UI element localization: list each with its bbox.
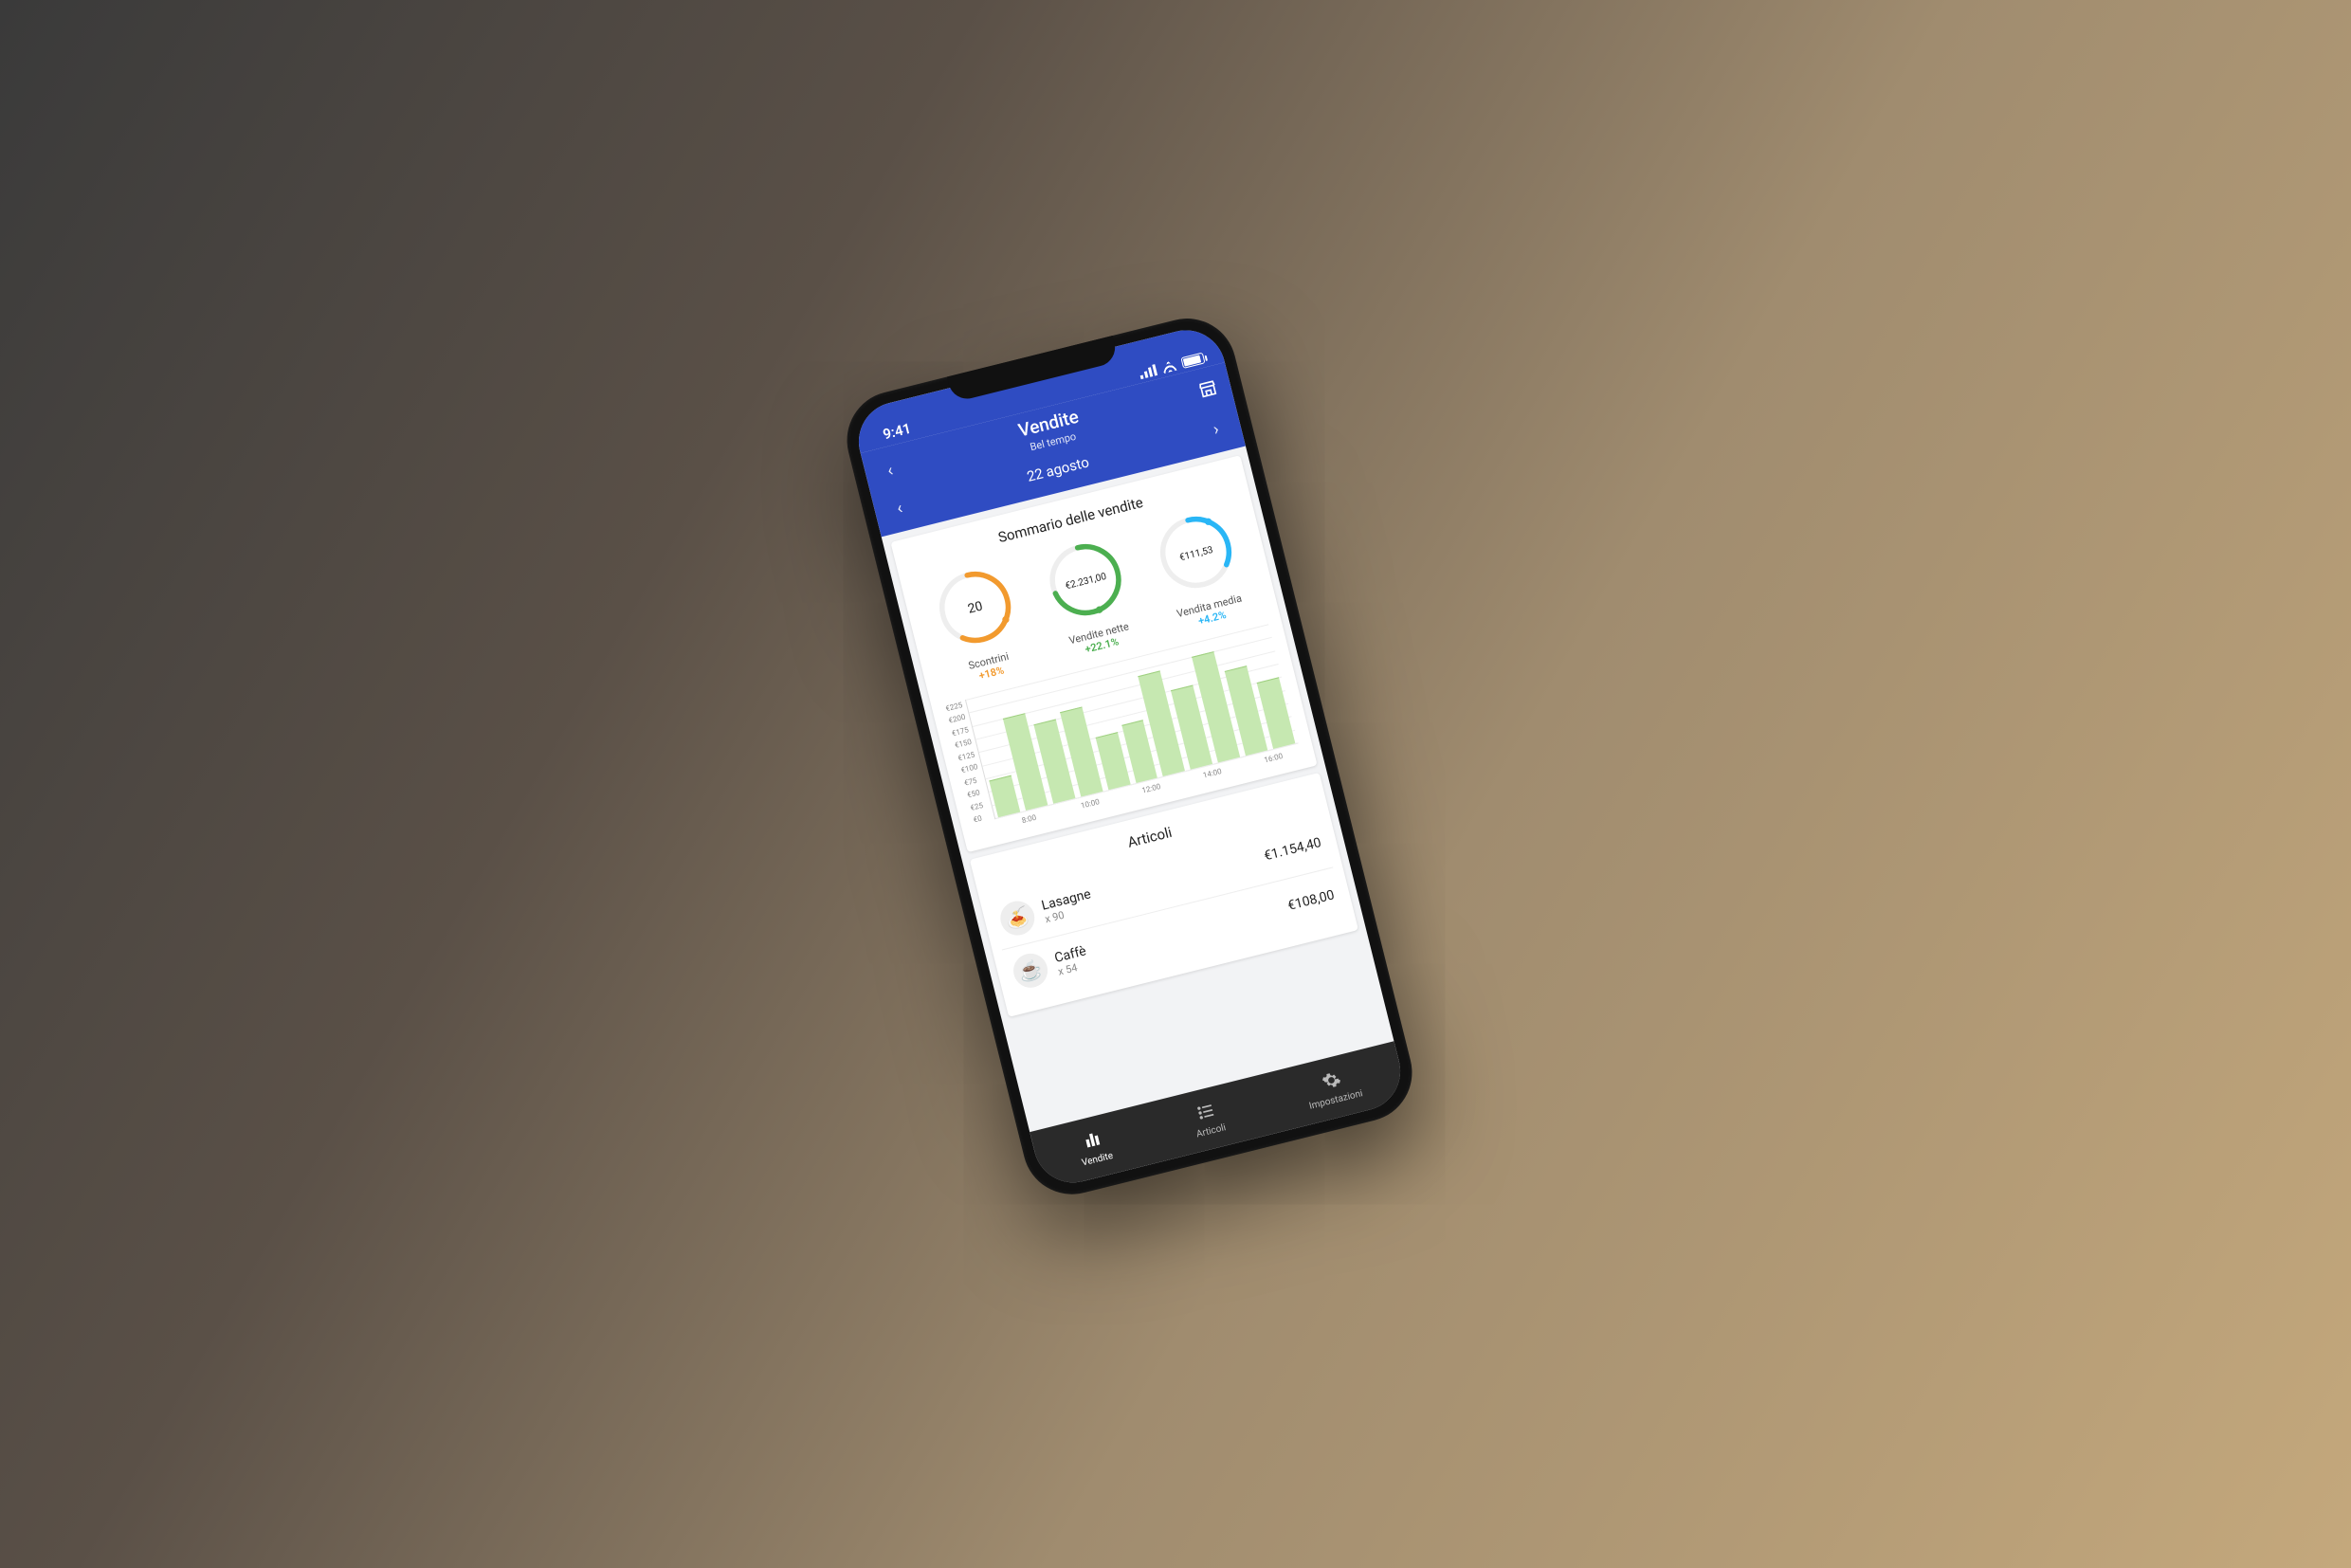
cellular-icon [1139, 364, 1157, 379]
back-button[interactable]: ‹ [877, 458, 903, 483]
tab-vendite[interactable]: Vendite [1075, 1126, 1115, 1168]
chart-bar [989, 775, 1020, 818]
article-thumb: 🍝 [996, 898, 1038, 939]
phone-body: 9:41 ‹ Vendite Bel tempo [837, 308, 1423, 1205]
svg-text:€2.231,00: €2.231,00 [1065, 572, 1108, 592]
gauge-0[interactable]: 20 Scontrini +18% [919, 556, 1039, 691]
date-prev-button[interactable]: ‹ [886, 496, 913, 520]
bar-icon [1081, 1128, 1104, 1154]
tab-articoli[interactable]: Articoli [1190, 1098, 1228, 1140]
article-price: €108,00 [1286, 887, 1336, 914]
gauge-1[interactable]: €2.231,00 Vendite nette +22.1% [1030, 528, 1150, 664]
date-next-button[interactable]: › [1203, 417, 1230, 442]
tab-impostazioni[interactable]: Impostazioni [1303, 1064, 1364, 1111]
article-thumb: ☕ [1010, 950, 1051, 992]
phone-mockup: 9:41 ‹ Vendite Bel tempo [837, 308, 1423, 1205]
article-left: ☕ Caffè x 54 [1010, 939, 1091, 991]
status-time: 9:41 [882, 420, 913, 444]
svg-text:20: 20 [966, 599, 984, 617]
wifi-icon [1160, 359, 1177, 374]
gauge-2[interactable]: €111,53 Vendita media +4.2% [1139, 501, 1260, 636]
svg-text:€111,53: €111,53 [1178, 545, 1214, 563]
battery-icon [1180, 353, 1205, 369]
list-icon [1194, 1100, 1218, 1125]
gear-icon [1320, 1068, 1343, 1094]
articles-list: 🍝 Lasagne x 90 €1.154,40 ☕ Caffè x 54 €1… [989, 815, 1346, 1002]
screen: 9:41 ‹ Vendite Bel tempo [850, 322, 1409, 1192]
article-price: €1.154,40 [1263, 835, 1323, 864]
content-scroll[interactable]: Sommario delle vendite 20 Scontrini +18%… [882, 447, 1394, 1133]
tab-label: Impostazioni [1308, 1088, 1364, 1112]
